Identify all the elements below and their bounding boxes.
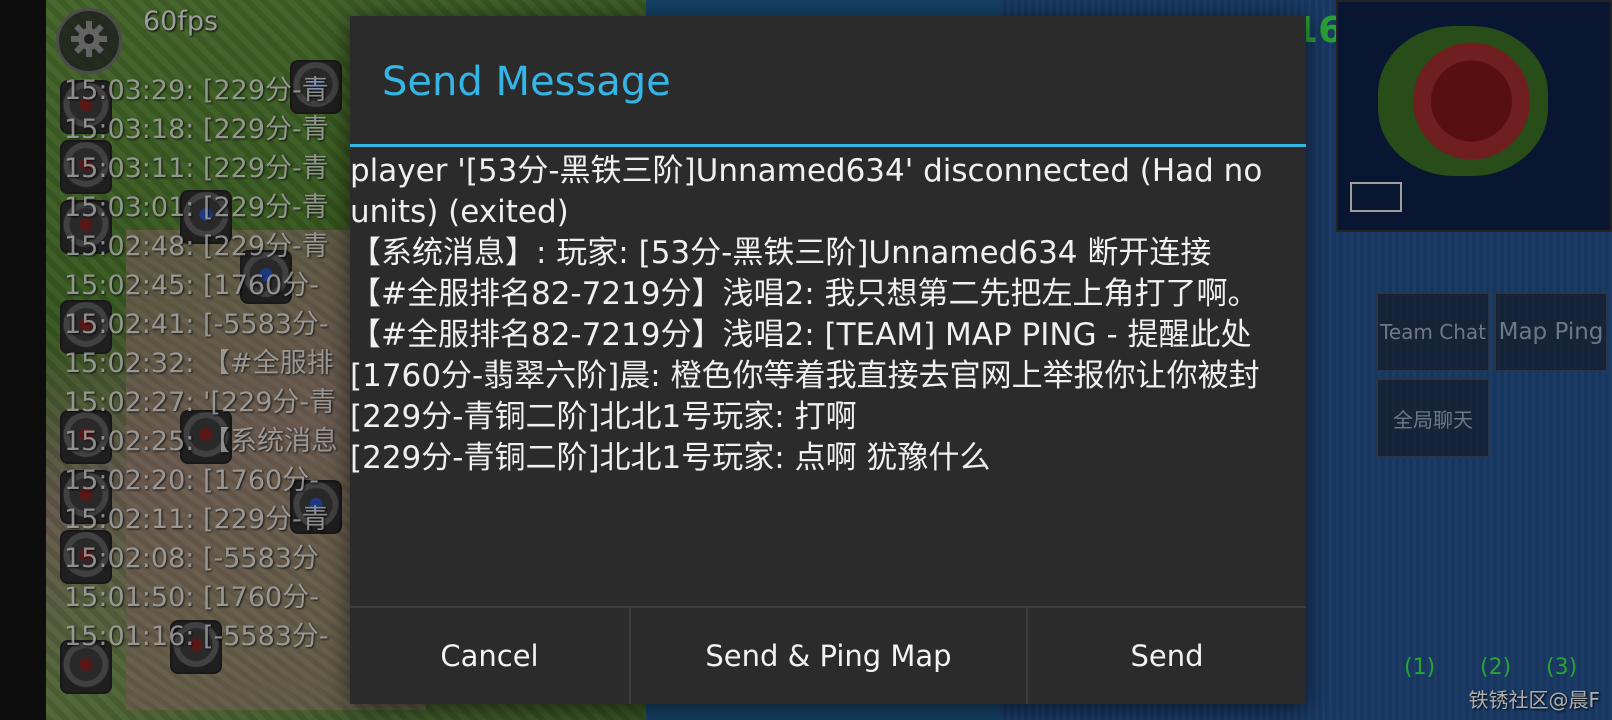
- message-item: [229分-青铜二阶]北北1号玩家: 打啊: [350, 399, 857, 435]
- message-item: 【#全服排名82-7219分】浅唱2: [TEAM] MAP PING - 提醒…: [350, 317, 1252, 353]
- message-list[interactable]: player '[53分-黑铁三阶]Unnamed634' disconnect…: [350, 147, 1306, 609]
- cancel-button[interactable]: Cancel: [350, 608, 629, 704]
- message-item: [229分-青铜二阶]北北1号玩家: 点啊 犹豫什么: [350, 440, 991, 476]
- message-item: 【#全服排名82-7219分】浅唱2: 我只想第二先把左上角打了啊。: [350, 276, 1259, 312]
- send-message-dialog: Send Message player '[53分-黑铁三阶]Unnamed63…: [350, 16, 1306, 704]
- message-item: 【系统消息】: 玩家: [53分-黑铁三阶]Unnamed634 断开连接: [350, 235, 1212, 271]
- dialog-title: Send Message: [382, 59, 671, 105]
- send-ping-map-button[interactable]: Send & Ping Map: [629, 608, 1026, 704]
- send-button[interactable]: Send: [1026, 608, 1306, 704]
- message-item: player '[53分-黑铁三阶]Unnamed634' disconnect…: [350, 153, 1263, 230]
- message-item: [1760分-翡翠六阶]晨: 橙色你等着我直接去官网上举报你让你被封: [350, 358, 1260, 394]
- dialog-button-bar: Cancel Send & Ping Map Send: [350, 606, 1306, 704]
